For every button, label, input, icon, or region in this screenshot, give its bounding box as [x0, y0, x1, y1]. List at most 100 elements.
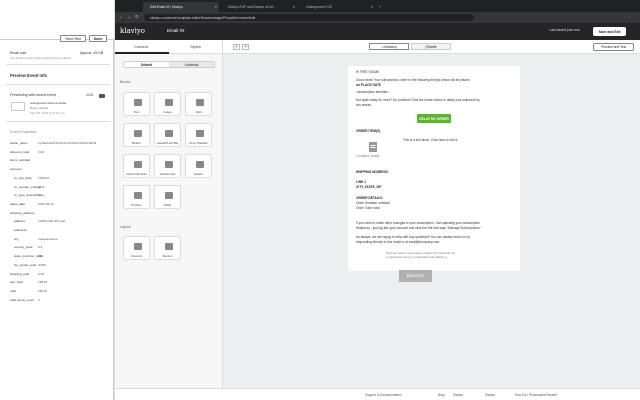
help-note[interactable]: As always, we are happy to help with any…: [356, 235, 470, 239]
order-subtotal[interactable]: Order Subtotal: subtotal: [356, 201, 390, 205]
email-size-value: Approx. 45 KB: [80, 51, 104, 55]
footer-logo[interactable]: klaviyo: [399, 270, 432, 282]
block-button[interactable]: Button: [123, 123, 150, 147]
reload-icon[interactable]: ↻: [135, 14, 139, 20]
klaviyo-logo[interactable]: klaviyo: [120, 27, 145, 35]
blog-link[interactable]: Blog: [438, 393, 444, 397]
editor-header: klaviyo Email #2 Last saved just now Sav…: [115, 23, 640, 40]
preview-panel: Send Test Done Email size Approx. 45 KB …: [0, 0, 115, 400]
layout-columns[interactable]: Columns: [123, 236, 150, 260]
change-note[interactable]: frequency - just log into your account a…: [356, 226, 482, 230]
block-drop-shadow[interactable]: Drop Shadow: [185, 123, 212, 147]
configure-image-label[interactable]: Configure Image: [356, 154, 380, 158]
email-size-note: Your email is at risk of being clipped i…: [10, 57, 71, 60]
help-note[interactable]: responding directly to this email or at …: [356, 240, 440, 244]
layout-icon: [134, 243, 142, 250]
personalize-help-link[interactable]: How Do I Personalize Emails?: [515, 393, 558, 397]
block-horizontal-rule[interactable]: Horizontal Rule: [123, 154, 150, 178]
klaviyo-link[interactable]: Klaviyo: [485, 393, 495, 397]
block-split[interactable]: Split: [185, 92, 212, 116]
block-label: Spacer: [193, 172, 204, 176]
email-line[interactable]: two weeks.: [356, 103, 372, 107]
view-mobile[interactable]: ▯ Mobile: [411, 43, 451, 50]
undo-icon[interactable]: ↶: [233, 44, 240, 50]
email-line[interactable]: Good news! Your subscription order for t…: [356, 78, 470, 82]
email-line[interactable]: Not quite ready for more? No problem! Cl…: [356, 98, 480, 102]
send-test-button[interactable]: Send Test: [60, 35, 86, 42]
save-and-exit-button[interactable]: Save and Exit: [593, 27, 626, 36]
greeting[interactable]: Hi FIRST NAME: [356, 70, 379, 74]
order-total[interactable]: Order Total: total: [356, 206, 380, 210]
tab-styles[interactable]: Styles: [190, 44, 201, 49]
property-value: OR: [38, 254, 43, 259]
refresh-icon[interactable]: [99, 94, 105, 98]
preview-and-test-button[interactable]: Preview and Test: [593, 43, 634, 51]
close-icon[interactable]: ✕: [370, 5, 373, 9]
email-canvas: ↶ ↷ ▭ Desktop ▯ Mobile Preview and Test …: [223, 40, 640, 388]
mode-universal[interactable]: Universal: [169, 62, 214, 67]
tab-klaviyo-esp[interactable]: Klaviyo ESP and Klaviyo v2 Int... ✕: [221, 2, 297, 12]
menu-icon[interactable]: ⋮: [627, 14, 632, 20]
property-key: payment: [10, 167, 22, 172]
shipping-line1[interactable]: LINE 1: [356, 180, 366, 184]
editor-sidebar: Content Styles Default Universal Blocks …: [115, 40, 223, 400]
tab-content[interactable]: Content: [134, 44, 148, 49]
layout-section[interactable]: Section: [154, 236, 181, 260]
mode-toggle: Default Universal: [123, 61, 215, 68]
property-key: cc_exp_date: [14, 175, 32, 180]
block-table[interactable]: Table: [154, 185, 181, 209]
tab-edit-email[interactable]: Edit Email #2 | Klaviyo ✕: [143, 2, 219, 12]
order-details-heading[interactable]: ORDER DETAILS:: [356, 196, 383, 200]
new-tab-icon[interactable]: +: [377, 2, 385, 12]
delay-order-button[interactable]: DELAY MY ORDER: [417, 114, 451, 123]
done-button[interactable]: Done: [89, 35, 107, 42]
close-icon[interactable]: ✕: [214, 5, 217, 9]
view-desktop[interactable]: ▭ Desktop: [369, 43, 409, 50]
block-spacer[interactable]: Spacer: [185, 154, 212, 178]
text-block-note[interactable]: This is a text block. Click here to edit…: [403, 138, 458, 142]
email-body[interactable]: Hi FIRST NAME Good news! Your subscripti…: [348, 66, 520, 271]
back-icon[interactable]: ←: [119, 14, 124, 19]
event-name[interactable]: ordergroove.order.reminder: [30, 101, 67, 105]
forward-icon[interactable]: →: [127, 14, 132, 19]
property-value: 12/2027: [38, 175, 50, 180]
block-product[interactable]: Product: [123, 185, 150, 209]
url-input[interactable]: klaviyo.com/email-template-editor/flow/m…: [144, 14, 474, 21]
property-value: 97351: [38, 262, 47, 267]
close-icon[interactable]: ✕: [292, 5, 295, 9]
block-label: Table: [163, 203, 172, 207]
block-social-links[interactable]: Social Links: [154, 154, 181, 178]
order-items-heading[interactable]: ORDER ITEM(S): [356, 129, 380, 133]
block-header-link-bar[interactable]: Header/Link Bar: [154, 123, 181, 147]
email-title[interactable]: Email #2: [167, 28, 185, 33]
email-line[interactable]: <subscription benefits>: [356, 90, 389, 94]
klaviyo-link[interactable]: Klaviyo: [453, 393, 463, 397]
tab-ordergroove[interactable]: Ordergroove KCS ✕: [299, 2, 375, 12]
block-text[interactable]: Text: [123, 92, 150, 116]
block-icon: [165, 99, 173, 106]
property-value: 2: [38, 297, 40, 302]
block-image[interactable]: Image: [154, 92, 181, 116]
address-bar-row: ← → ↻ klaviyo.com/email-template-editor/…: [115, 12, 640, 23]
unsubscribe-line[interactable]: No longer want to receive these emails? …: [386, 252, 455, 255]
email-line[interactable]: on PLACE DATE: [356, 83, 381, 87]
property-key: address: [14, 219, 26, 224]
block-icon: [134, 99, 142, 106]
support-link[interactable]: Support & Documentation: [365, 393, 402, 397]
property-key: country_code: [14, 245, 33, 250]
shipping-city[interactable]: CITY, STATE, ZIP: [356, 185, 381, 189]
org-address-line[interactable]: {{ organization.name }} {{ organization.…: [386, 256, 447, 259]
mode-default[interactable]: Default: [124, 62, 169, 67]
shipping-heading[interactable]: SHIPPING ADDRESS:: [356, 170, 389, 174]
change-note[interactable]: If you need to make other changes to you…: [356, 221, 480, 225]
property-key: action_token: [10, 141, 28, 145]
redo-icon[interactable]: ↷: [242, 44, 249, 50]
block-label: Button: [132, 141, 141, 145]
block-label: Header/Link Bar: [156, 141, 179, 145]
block-icon: [165, 161, 173, 168]
event-toggle[interactable]: [11, 102, 25, 111]
blocks-label: Blocks: [120, 80, 131, 84]
block-label: Drop Shadow: [189, 141, 208, 145]
property-key: place_date: [10, 201, 26, 206]
block-icon: [134, 192, 142, 199]
